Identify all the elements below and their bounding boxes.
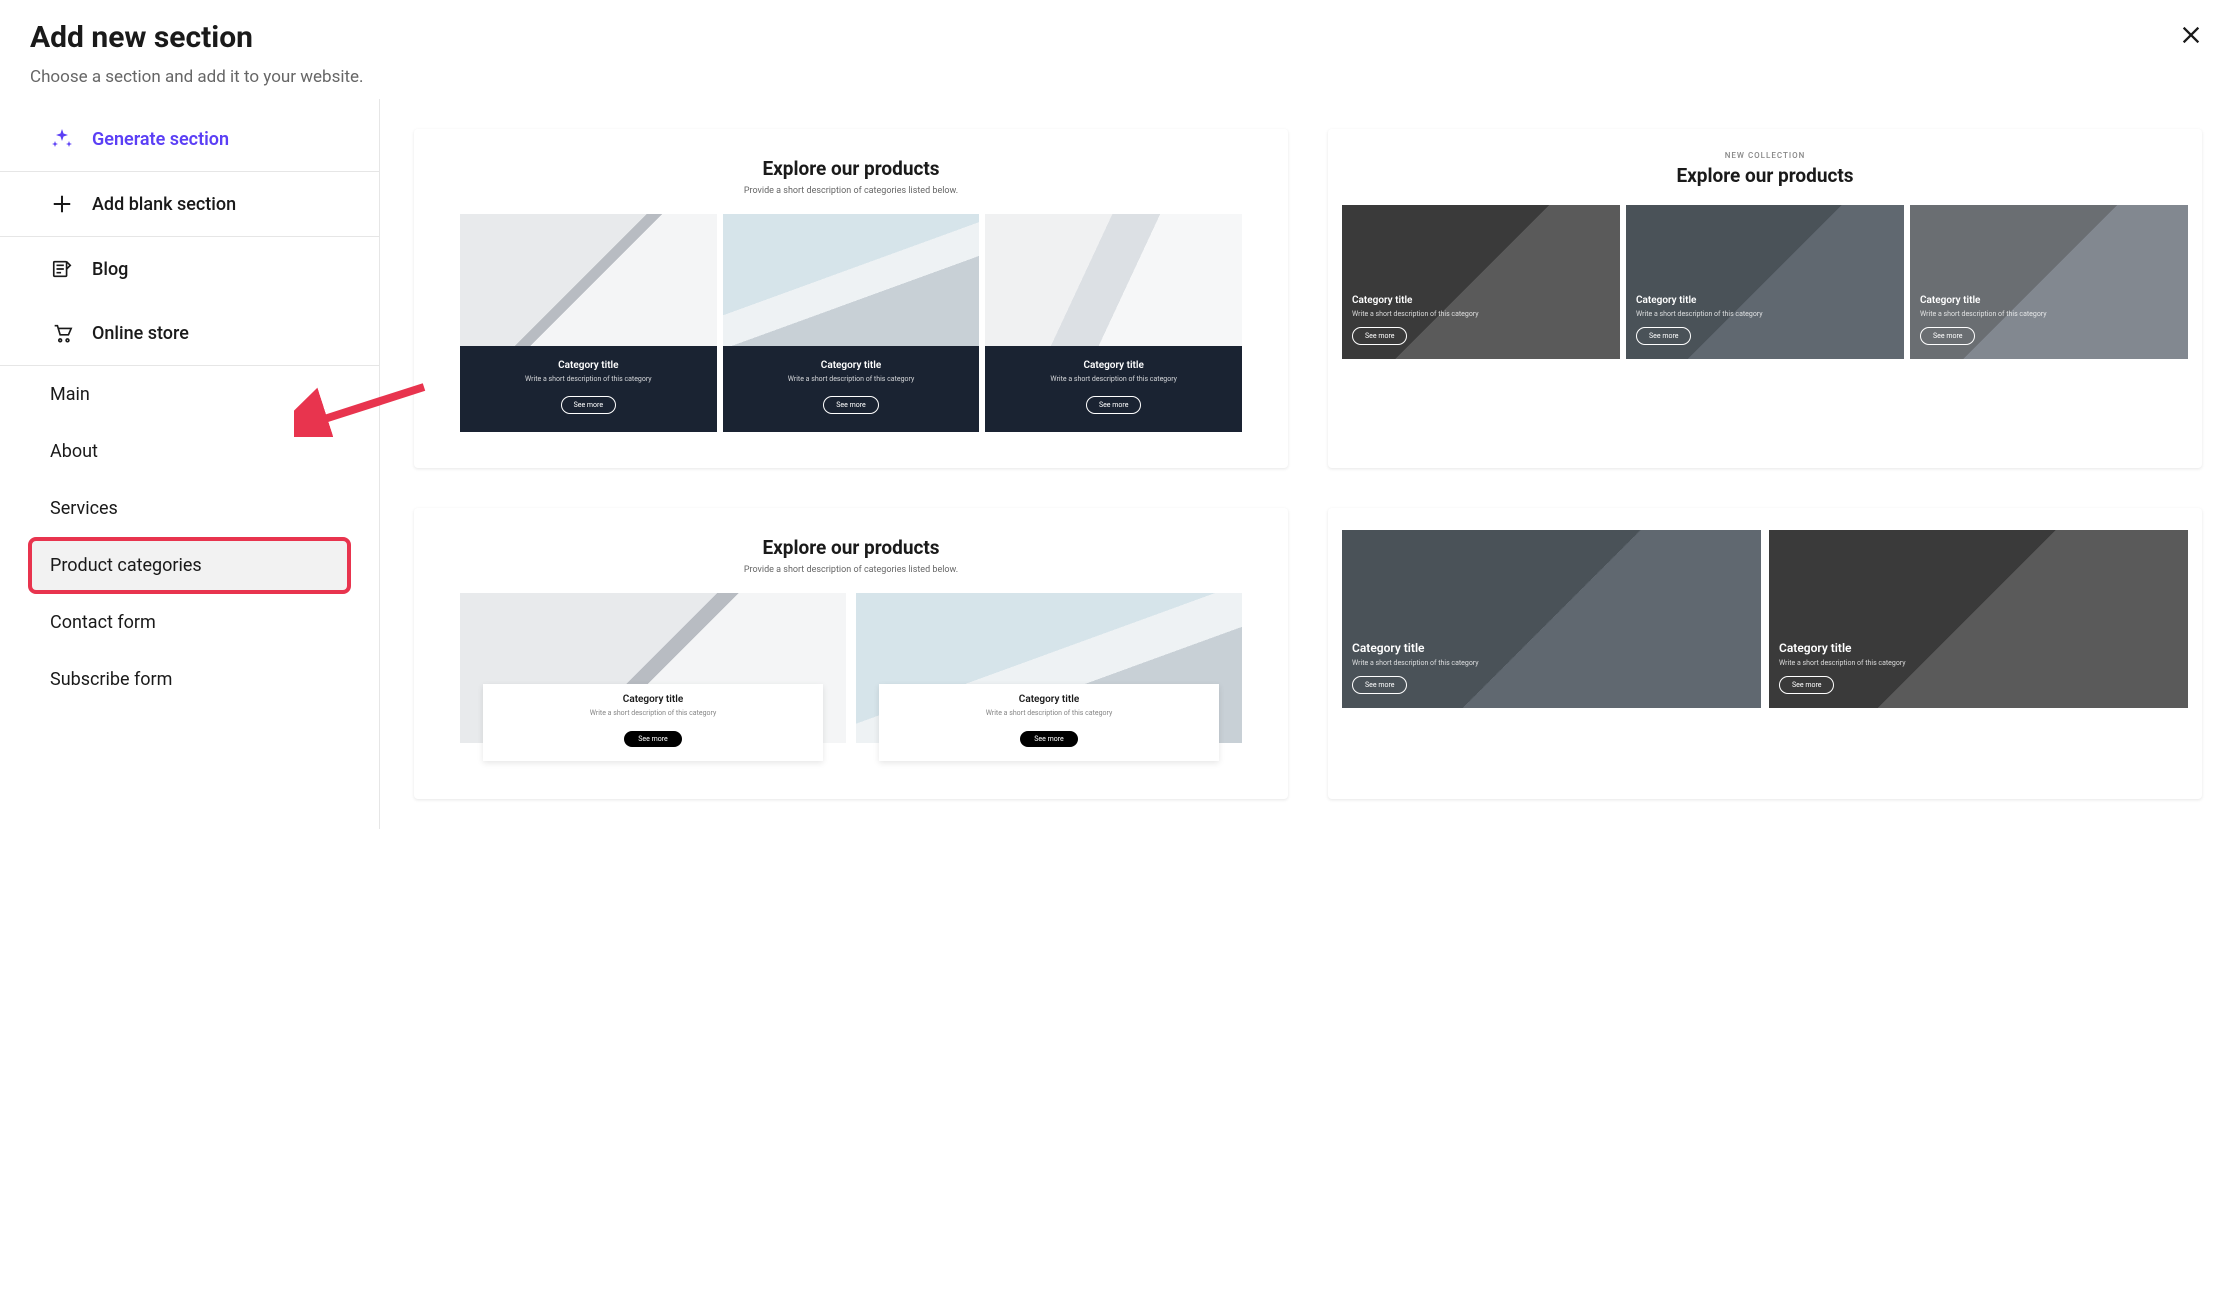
category-card: Category title Write a short description… — [1769, 530, 2188, 708]
template-card-2col-overlay[interactable]: Category title Write a short description… — [1328, 508, 2202, 799]
sidebar-item-label: Online store — [92, 323, 189, 344]
template-card-2col-float[interactable]: Explore our products Provide a short des… — [414, 508, 1288, 799]
sidebar-item-blank[interactable]: Add blank section — [0, 172, 379, 236]
plus-icon — [50, 192, 74, 216]
sidebar-item-store[interactable]: Online store — [0, 301, 379, 365]
sidebar-item-blog[interactable]: Blog — [0, 237, 379, 301]
template-grid: Explore our products Provide a short des… — [380, 99, 2236, 829]
sidebar-item-label: Contact form — [50, 612, 156, 633]
template-title: Explore our products — [1342, 164, 2188, 187]
sidebar-item-label: Add blank section — [92, 194, 236, 215]
blog-icon — [50, 257, 74, 281]
category-card: Category title Write a short description… — [985, 214, 1242, 432]
sparkle-icon — [50, 127, 74, 151]
sidebar-item-label: About — [50, 441, 98, 462]
sidebar-item-label: Product categories — [50, 555, 202, 576]
sidebar-item-label: Main — [50, 384, 90, 405]
modal-subtitle: Choose a section and add it to your webs… — [30, 67, 2206, 87]
template-eyebrow: NEW COLLECTION — [1342, 151, 2188, 160]
modal-header: Add new section Choose a section and add… — [0, 0, 2236, 99]
template-subtitle: Provide a short description of categorie… — [460, 186, 1242, 196]
template-title: Explore our products — [460, 157, 1242, 180]
sidebar-item-label: Services — [50, 498, 118, 519]
category-card: Category title Write a short description… — [1910, 205, 2188, 359]
cart-icon — [50, 321, 74, 345]
sidebar-item-label: Generate section — [92, 129, 229, 150]
sidebar-item-about[interactable]: About — [0, 423, 379, 480]
category-card: Category title Write a short description… — [856, 593, 1242, 743]
section-type-sidebar: Generate section Add blank section Blog — [0, 99, 380, 829]
category-card: Category title Write a short description… — [723, 214, 980, 432]
category-card: Category title Write a short description… — [1626, 205, 1904, 359]
close-button[interactable] — [2176, 20, 2206, 53]
sidebar-item-product-categories[interactable]: Product categories — [28, 537, 351, 594]
sidebar-item-label: Blog — [92, 259, 128, 280]
category-card: Category title Write a short description… — [460, 214, 717, 432]
sidebar-item-contact[interactable]: Contact form — [0, 594, 379, 651]
close-icon — [2180, 34, 2202, 49]
category-card: Category title Write a short description… — [460, 593, 846, 743]
template-card-3col-dark-footer[interactable]: Explore our products Provide a short des… — [414, 129, 1288, 468]
template-card-3col-overlay[interactable]: NEW COLLECTION Explore our products Cate… — [1328, 129, 2202, 468]
template-title: Explore our products — [460, 536, 1242, 559]
sidebar-item-main[interactable]: Main — [0, 366, 379, 423]
template-subtitle: Provide a short description of categorie… — [460, 565, 1242, 575]
category-card: Category title Write a short description… — [1342, 530, 1761, 708]
category-card: Category title Write a short description… — [1342, 205, 1620, 359]
sidebar-item-generate[interactable]: Generate section — [0, 107, 379, 171]
sidebar-item-services[interactable]: Services — [0, 480, 379, 537]
modal-title: Add new section — [30, 20, 2206, 55]
sidebar-item-label: Subscribe form — [50, 669, 172, 690]
sidebar-item-subscribe[interactable]: Subscribe form — [0, 651, 379, 708]
